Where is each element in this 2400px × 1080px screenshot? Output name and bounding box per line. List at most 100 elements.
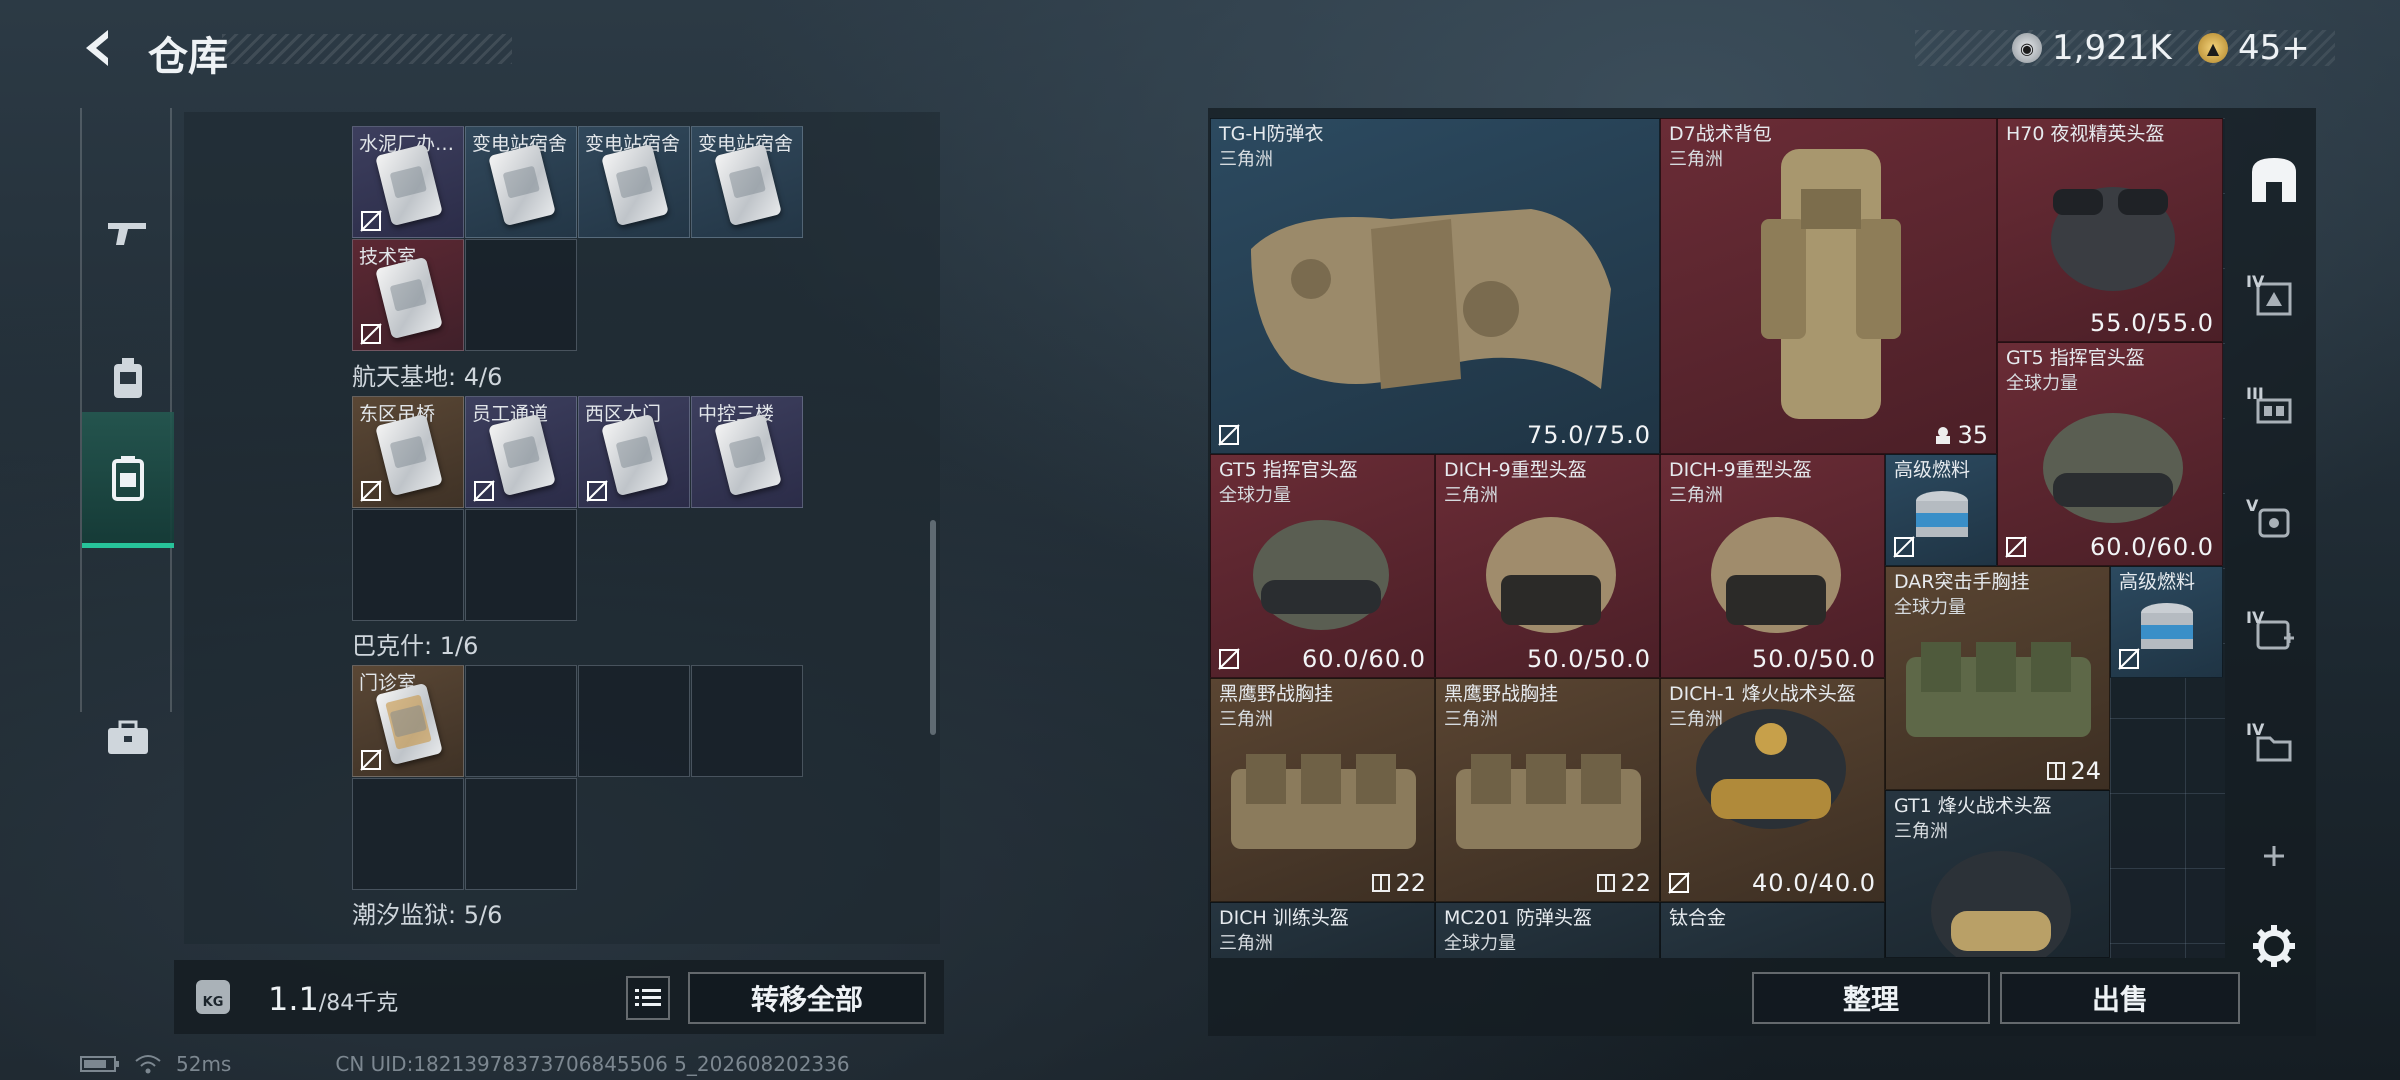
keycard-item	[601, 143, 669, 227]
inventory-item[interactable]: DICH-9重型头盔 三角洲 50.0/50.0	[1660, 454, 1885, 678]
item-subtitle: 三角洲	[1669, 485, 1723, 506]
gold-currency[interactable]: ▲ 45+	[2198, 26, 2310, 70]
keycard-item	[375, 256, 443, 340]
case-icon	[108, 720, 148, 754]
no-trade-icon	[1218, 648, 1240, 670]
empty-slot[interactable]	[465, 665, 577, 777]
inventory-item[interactable]: 黑鹰野战胸挂 三角洲 22	[1435, 678, 1660, 902]
inventory-item[interactable]: GT5 指挥官头盔 全球力量 60.0/60.0	[1997, 342, 2223, 566]
empty-slot[interactable]	[352, 778, 464, 890]
silver-currency[interactable]: ◉ 1,921K	[2012, 26, 2172, 70]
rail-container-5[interactable]: IV	[2244, 604, 2304, 664]
keycard-slot[interactable]: 变电站宿舍	[465, 126, 577, 238]
rail-keycards[interactable]	[82, 412, 174, 548]
item-name: GT1 烽火战术头盔	[1894, 795, 2052, 817]
uid-readout: CN UID:18213978373706845506 5_2026082023…	[335, 1052, 850, 1076]
rail-safebox[interactable]	[2244, 150, 2304, 210]
keycard-item	[375, 143, 443, 227]
keycard-slot[interactable]: 变电站宿舍	[578, 126, 690, 238]
rail-container-4[interactable]: V	[2244, 492, 2304, 552]
no-trade-icon	[1218, 424, 1240, 446]
item-subtitle: 全球力量	[1444, 933, 1516, 954]
keycard-slot[interactable]: 员工通道	[465, 396, 577, 508]
keycard-slot[interactable]: 门诊室	[352, 665, 464, 777]
inventory-grid: TG-H防弹衣 三角洲 75.0/75.0 D7战术背包 三角洲 35 H70 …	[1210, 118, 2225, 958]
sell-button[interactable]: 出售	[2000, 972, 2240, 1024]
inventory-item[interactable]: 高级燃料	[1885, 454, 1997, 566]
no-trade-icon	[2118, 648, 2140, 670]
section-aerospace: 航天基地: 4/6	[352, 363, 503, 391]
header: 仓库 ◉ 1,921K ▲ 45+	[0, 0, 2400, 100]
item-subtitle: 三角洲	[1669, 149, 1723, 170]
vest-art	[1251, 209, 1611, 389]
no-trade-icon	[360, 749, 382, 771]
keycard-slot[interactable]: 中控三楼	[691, 396, 803, 508]
sort-button[interactable]: 整理	[1752, 972, 1990, 1024]
item-subtitle: 全球力量	[1894, 597, 1966, 618]
rail-container-2[interactable]: IV	[2244, 268, 2304, 328]
slots-icon	[2047, 762, 2066, 780]
inventory-item[interactable]: GT5 指挥官头盔 全球力量 60.0/60.0	[1210, 454, 1435, 678]
category-rail	[80, 108, 174, 754]
inventory-item[interactable]: TG-H防弹衣 三角洲 75.0/75.0	[1210, 118, 1660, 454]
empty-slot[interactable]	[465, 778, 577, 890]
keycard-slot[interactable]: 水泥厂办…	[352, 126, 464, 238]
inventory-item[interactable]: DICH-9重型头盔 三角洲 50.0/50.0	[1435, 454, 1660, 678]
tier-label: IV	[2246, 608, 2265, 627]
rail-weapons[interactable]	[82, 164, 174, 300]
keycard-item	[375, 413, 443, 497]
inventory-item[interactable]: GT1 烽火战术头盔 三角洲	[1885, 790, 2110, 958]
inventory-item[interactable]: DICH 训练头盔 三角洲	[1210, 902, 1435, 958]
item-name: DICH 训练头盔	[1219, 907, 1349, 929]
inventory-item[interactable]: 高级燃料	[2110, 566, 2223, 678]
inventory-item[interactable]: 钛合金	[1660, 902, 1885, 958]
add-container-button[interactable]	[2244, 826, 2304, 886]
storage-scrollbar[interactable]	[930, 520, 936, 735]
slots-icon	[1372, 874, 1391, 892]
weight-icon: KG	[196, 980, 230, 1014]
count-value: 22	[1395, 869, 1426, 897]
empty-slot[interactable]	[465, 509, 577, 621]
section-bakesh: 巴克什: 1/6	[352, 632, 479, 660]
no-trade-icon	[1668, 872, 1690, 894]
item-durability: 60.0/60.0	[2090, 533, 2214, 561]
inventory-item[interactable]: 黑鹰野战胸挂 三角洲 22	[1210, 678, 1435, 902]
inventory-item[interactable]: DAR突击手胸挂 全球力量 24	[1885, 566, 2110, 790]
item-subtitle: 三角洲	[1219, 709, 1273, 730]
empty-slot[interactable]	[691, 665, 803, 777]
inventory-item[interactable]: MC201 防弹头盔 全球力量	[1435, 902, 1660, 958]
keycard-slot[interactable]: 技术室	[352, 239, 464, 351]
inventory-item[interactable]: H70 夜视精英头盔 55.0/55.0	[1997, 118, 2223, 342]
item-subtitle: 三角洲	[1444, 485, 1498, 506]
inventory-item[interactable]: DICH-1 烽火战术头盔 三角洲 40.0/40.0	[1660, 678, 1885, 902]
chest-rig-art	[1456, 754, 1641, 849]
no-trade-icon	[360, 480, 382, 502]
item-name: H70 夜视精英头盔	[2006, 123, 2165, 145]
no-trade-icon	[1893, 536, 1915, 558]
gear-icon	[114, 358, 142, 398]
item-name: GT5 指挥官头盔	[1219, 459, 1358, 481]
transfer-all-button[interactable]: 转移全部	[688, 972, 926, 1024]
keycard-slot[interactable]: 东区吊桥	[352, 396, 464, 508]
rail-container-6[interactable]: IV	[2244, 716, 2304, 776]
item-count: 24	[2046, 757, 2101, 785]
tier-label: IV	[2246, 272, 2265, 291]
empty-slot[interactable]	[465, 239, 577, 351]
no-trade-icon	[360, 210, 382, 232]
nvg-helmet-art	[2051, 187, 2175, 291]
title-stripe	[222, 34, 512, 64]
rail-case[interactable]	[82, 670, 174, 806]
count-value: 24	[2070, 757, 2101, 785]
settings-button[interactable]	[2244, 916, 2304, 976]
inventory-item[interactable]: D7战术背包 三角洲 35	[1660, 118, 1997, 454]
keycard-slot[interactable]: 变电站宿舍	[691, 126, 803, 238]
empty-slot[interactable]	[578, 665, 690, 777]
back-arrow-icon[interactable]	[78, 26, 122, 70]
empty-slot[interactable]	[352, 509, 464, 621]
rail-container-3[interactable]: III	[2244, 380, 2304, 440]
no-trade-icon	[473, 480, 495, 502]
weight-current: 1.1	[268, 980, 319, 1018]
list-view-button[interactable]	[626, 976, 670, 1020]
keycard-slot[interactable]: 西区大门	[578, 396, 690, 508]
item-name: 高级燃料	[2119, 571, 2196, 593]
